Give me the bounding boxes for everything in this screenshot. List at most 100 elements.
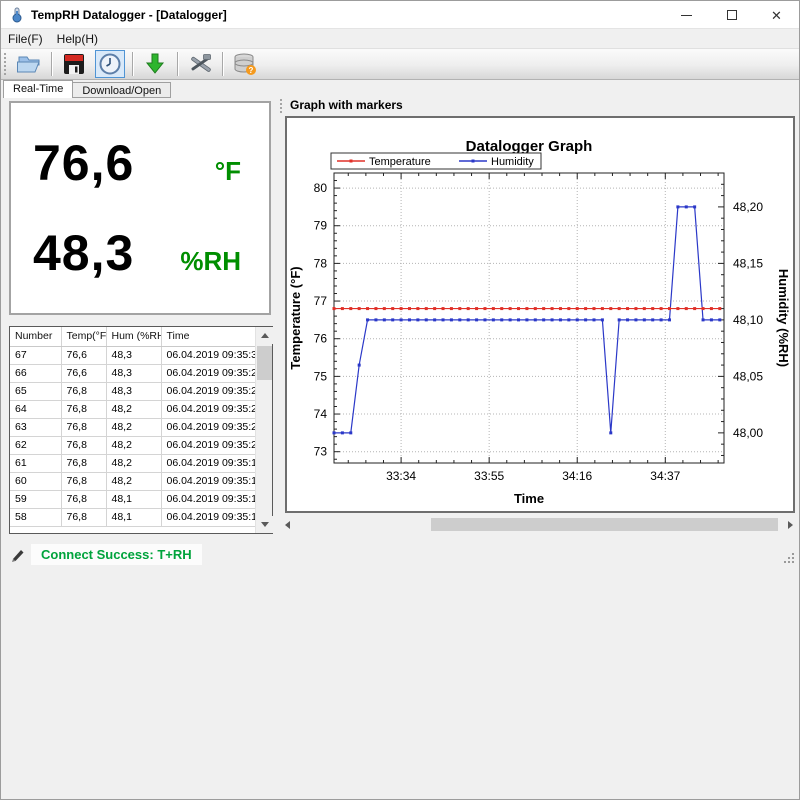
title-bar: TempRH Datalogger - [Datalogger] ✕ — [1, 1, 799, 29]
svg-text:Temperature: Temperature — [369, 156, 431, 168]
toolbar-separator — [222, 52, 223, 76]
table-row[interactable]: 6276,848,206.04.2019 09:35:21 — [10, 436, 255, 454]
status-message: Connect Success: T+RH — [31, 544, 202, 565]
arrow-down-icon — [261, 522, 269, 527]
resize-grip-icon[interactable] — [782, 551, 796, 565]
graph-panel-title: Graph with markers — [290, 98, 403, 112]
svg-text:73: 73 — [314, 445, 328, 459]
table-row[interactable]: 6076,848,206.04.2019 09:35:16 — [10, 472, 255, 490]
tab-download-open[interactable]: Download/Open — [72, 82, 171, 98]
scroll-left-button[interactable] — [279, 517, 295, 532]
maximize-icon — [727, 10, 737, 20]
arrow-up-icon — [261, 333, 269, 338]
readings-table-panel: NumberTemp(°F)Hum (%RH)Time 6776,648,306… — [9, 326, 273, 534]
scroll-thumb[interactable] — [431, 518, 778, 531]
svg-text:79: 79 — [314, 219, 328, 233]
menu-file[interactable]: File(F) — [1, 31, 50, 47]
app-window: TempRH Datalogger - [Datalogger] ✕ File(… — [0, 0, 800, 800]
clock-icon — [98, 52, 122, 76]
svg-text:Temperature (°F): Temperature (°F) — [288, 266, 303, 369]
download-data-button[interactable] — [140, 50, 170, 78]
readout-panel: 76,6 °F 48,3 %RH — [9, 101, 271, 315]
table-row[interactable]: 6176,848,206.04.2019 09:35:18 — [10, 454, 255, 472]
column-header[interactable]: Hum (%RH) — [106, 327, 161, 346]
table-row[interactable]: 5976,848,106.04.2019 09:35:14 — [10, 490, 255, 508]
table-row[interactable]: 6576,848,306.04.2019 09:35:27 — [10, 382, 255, 400]
floppy-disk-icon — [62, 52, 86, 76]
minimize-icon — [681, 15, 692, 16]
svg-text:77: 77 — [314, 294, 328, 308]
svg-text:48,20: 48,20 — [733, 200, 763, 214]
open-file-button[interactable] — [14, 50, 44, 78]
table-row[interactable]: 6376,848,206.04.2019 09:35:23 — [10, 418, 255, 436]
temperature-unit: °F — [215, 156, 241, 187]
table-vertical-scrollbar[interactable] — [255, 327, 272, 533]
pen-icon — [11, 546, 27, 562]
table-row[interactable]: 6476,848,206.04.2019 09:35:25 — [10, 400, 255, 418]
save-button[interactable] — [59, 50, 89, 78]
svg-text:78: 78 — [314, 256, 328, 270]
scroll-up-button[interactable] — [256, 327, 273, 344]
database-question-icon: ? — [232, 52, 258, 76]
svg-text:33:34: 33:34 — [386, 469, 416, 483]
window-title: TempRH Datalogger - [Datalogger] — [31, 8, 227, 22]
folder-open-icon — [16, 52, 42, 76]
graph-panel-grip[interactable] — [279, 98, 284, 113]
readings-table: NumberTemp(°F)Hum (%RH)Time 6776,648,306… — [10, 327, 255, 527]
scroll-thumb[interactable] — [257, 346, 272, 380]
arrow-left-icon — [285, 521, 290, 529]
svg-text:48,00: 48,00 — [733, 426, 763, 440]
svg-text:34:37: 34:37 — [650, 469, 680, 483]
table-header-row: NumberTemp(°F)Hum (%RH)Time — [10, 327, 255, 346]
scroll-down-button[interactable] — [256, 516, 273, 533]
svg-text:80: 80 — [314, 181, 328, 195]
toolbar-grip[interactable] — [3, 52, 8, 76]
scroll-right-button[interactable] — [782, 517, 798, 532]
column-header[interactable]: Temp(°F) — [61, 327, 106, 346]
svg-text:74: 74 — [314, 407, 328, 421]
settings-button[interactable] — [185, 50, 215, 78]
toolbar-separator — [51, 52, 52, 76]
svg-text:Humidity (%RH): Humidity (%RH) — [776, 269, 791, 367]
menu-bar: File(F) Help(H) — [1, 30, 799, 48]
download-arrow-icon — [143, 52, 167, 76]
tab-real-time[interactable]: Real-Time — [3, 80, 73, 98]
svg-text:Humidity: Humidity — [491, 156, 534, 168]
close-icon: ✕ — [771, 9, 782, 22]
datalogger-chart: 737475767778798048,0048,0548,1048,1548,2… — [287, 118, 793, 511]
svg-text:48,15: 48,15 — [733, 256, 763, 270]
svg-text:76: 76 — [314, 332, 328, 346]
minimize-button[interactable] — [664, 1, 709, 29]
svg-text:?: ? — [249, 66, 254, 75]
graph-box: 737475767778798048,0048,0548,1048,1548,2… — [285, 116, 795, 513]
realtime-button[interactable] — [95, 50, 125, 78]
column-header[interactable]: Time — [161, 327, 255, 346]
arrow-right-icon — [788, 521, 793, 529]
svg-text:Time: Time — [514, 491, 544, 506]
maximize-button[interactable] — [709, 1, 754, 29]
toolbar-separator — [132, 52, 133, 76]
column-header[interactable]: Number — [10, 327, 61, 346]
tab-strip: Real-Time Download/Open — [3, 80, 171, 98]
humidity-unit: %RH — [180, 246, 241, 277]
app-icon — [9, 7, 25, 23]
table-row[interactable]: 6776,648,306.04.2019 09:35:31 — [10, 346, 255, 364]
temperature-value: 76,6 — [33, 134, 134, 192]
temperature-readout: 76,6 °F — [11, 134, 269, 192]
table-row[interactable]: 5876,848,106.04.2019 09:35:12 — [10, 508, 255, 526]
svg-text:Datalogger Graph: Datalogger Graph — [466, 138, 593, 155]
table-body: 6776,648,306.04.2019 09:35:316676,648,30… — [10, 346, 255, 526]
tools-icon — [187, 52, 213, 76]
svg-text:33:55: 33:55 — [474, 469, 504, 483]
toolbar: ? — [1, 48, 799, 80]
svg-text:48,10: 48,10 — [733, 313, 763, 327]
device-help-button[interactable]: ? — [230, 50, 260, 78]
status-bar: Connect Success: T+RH — [1, 539, 799, 569]
graph-horizontal-scrollbar[interactable] — [279, 517, 798, 532]
humidity-readout: 48,3 %RH — [11, 224, 269, 282]
table-row[interactable]: 6676,648,306.04.2019 09:35:29 — [10, 364, 255, 382]
close-button[interactable]: ✕ — [754, 1, 799, 29]
svg-text:34:16: 34:16 — [562, 469, 592, 483]
menu-help[interactable]: Help(H) — [50, 31, 105, 47]
humidity-value: 48,3 — [33, 224, 134, 282]
